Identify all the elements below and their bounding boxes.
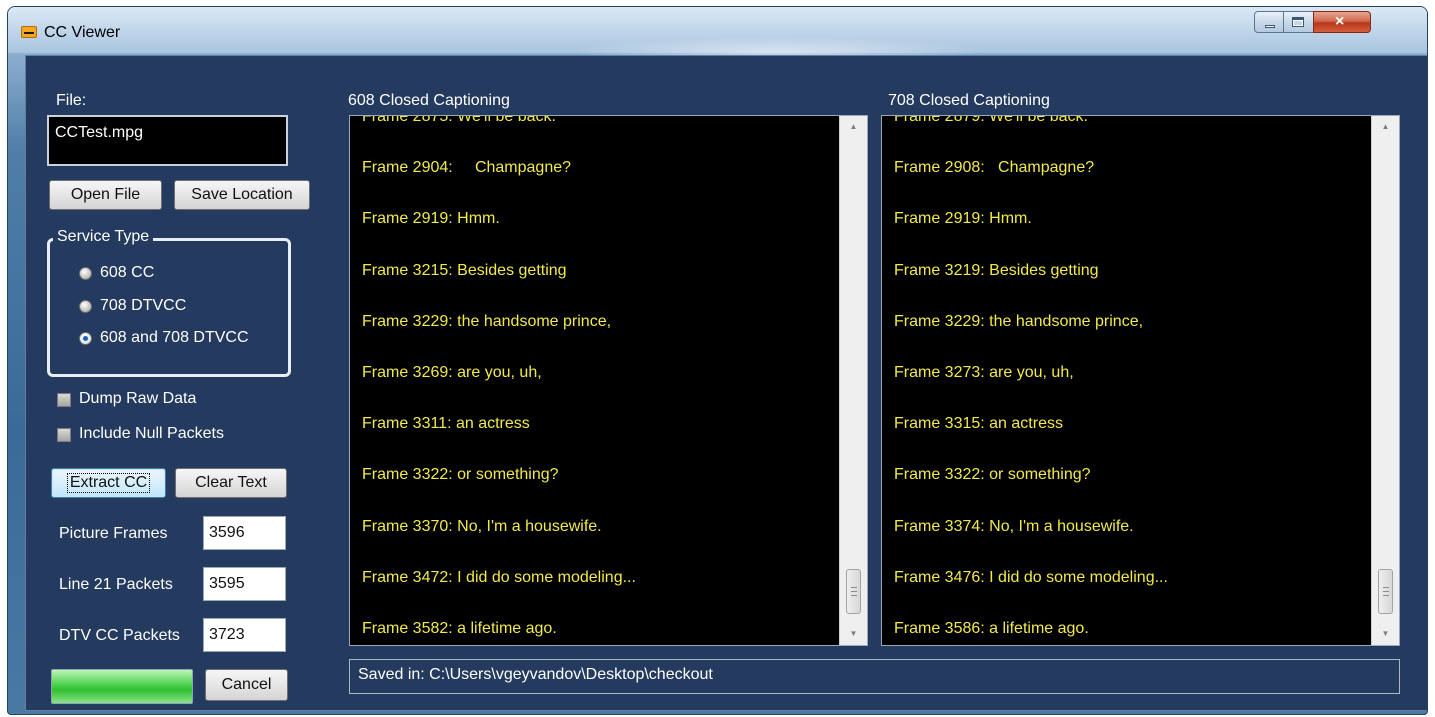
caption-line: Frame 3582: a lifetime ago. xyxy=(362,620,557,637)
app-window: CC Viewer × File: CCTest.mpg Open File S… xyxy=(7,6,1428,715)
caption-line: Frame 2919: Hmm. xyxy=(362,210,500,228)
cancel-label: Cancel xyxy=(221,676,272,693)
dump-raw-data-label: Dump Raw Data xyxy=(79,390,197,407)
caption-line: Frame 3215: Besides getting xyxy=(362,261,567,279)
scroll-thumb[interactable] xyxy=(846,569,861,614)
save-location-label: Save Location xyxy=(191,186,293,203)
radio-608-and-708[interactable] xyxy=(79,332,92,345)
caption-line: Frame 3586: a lifetime ago. xyxy=(894,620,1089,637)
picture-frames-label: Picture Frames xyxy=(59,525,168,542)
clear-text-label: Clear Text xyxy=(195,474,267,491)
maximize-button[interactable] xyxy=(1284,11,1313,33)
caption-line: Frame 3322: or something? xyxy=(362,466,559,484)
caption-line: Frame 3269: are you, uh, xyxy=(362,364,542,381)
dtv-cc-packets-label: DTV CC Packets xyxy=(59,627,180,644)
open-file-button[interactable]: Open File xyxy=(49,180,162,210)
status-bar: Saved in: C:\Users\vgeyvandov\Desktop\ch… xyxy=(349,659,1400,694)
panel-708-scrollbar[interactable]: ▲ ▼ xyxy=(1371,116,1399,645)
caption-line: Frame 3311: an actress xyxy=(362,415,530,433)
close-icon: × xyxy=(1335,13,1345,30)
file-field[interactable]: CCTest.mpg xyxy=(47,115,288,166)
cancel-button[interactable]: Cancel xyxy=(205,669,288,701)
client-area: File: CCTest.mpg Open File Save Location… xyxy=(25,55,1427,711)
window-controls: × xyxy=(1254,11,1371,33)
scroll-grip xyxy=(851,595,857,596)
app-icon xyxy=(21,26,37,38)
scroll-grip xyxy=(1383,587,1389,588)
save-location-button[interactable]: Save Location xyxy=(174,180,310,210)
caption-line: Frame 3472: I did do some modeling... xyxy=(362,568,636,586)
scroll-grip xyxy=(851,591,857,592)
title-bar[interactable]: CC Viewer × xyxy=(8,7,1427,67)
maximize-icon xyxy=(1292,17,1304,27)
scroll-grip xyxy=(851,587,857,588)
file-label: File: xyxy=(56,92,87,109)
caption-line: Frame 3315: an actress xyxy=(894,415,1063,433)
line21-packets-field[interactable]: 3595 xyxy=(203,567,286,601)
service-type-title: Service Type xyxy=(53,228,154,246)
window-title: CC Viewer xyxy=(44,24,121,41)
caption-line: Frame 3229: the handsome prince, xyxy=(362,312,612,330)
close-button[interactable]: × xyxy=(1313,11,1371,33)
radio-608-cc[interactable] xyxy=(79,267,92,280)
minimize-icon xyxy=(1265,25,1275,28)
caption-line: Frame 3219: Besides getting xyxy=(894,261,1099,279)
caption-line: Frame 2879: We'll be back. xyxy=(894,116,1088,125)
caption-line: Frame 2908: Champagne? xyxy=(894,159,1095,177)
caption-line: Frame 2919: Hmm. xyxy=(894,210,1032,228)
panel-708-lines: Frame 2879: We'll be back. Frame 2908: Ch… xyxy=(882,116,1372,645)
clear-text-button[interactable]: Clear Text xyxy=(175,468,287,498)
scroll-grip xyxy=(1383,595,1389,596)
scroll-down-icon[interactable]: ▼ xyxy=(840,625,867,643)
scroll-grip xyxy=(1383,591,1389,592)
scroll-up-icon[interactable]: ▲ xyxy=(1372,118,1399,136)
panel-708-text[interactable]: Frame 2879: We'll be back. Frame 2908: Ch… xyxy=(881,115,1400,646)
minimize-button[interactable] xyxy=(1254,11,1284,33)
panel-708-title: 708 Closed Captioning xyxy=(888,92,1050,109)
panel-608-scrollbar[interactable]: ▲ ▼ xyxy=(839,116,867,645)
panel-608-title: 608 Closed Captioning xyxy=(348,92,510,109)
include-null-packets-label: Include Null Packets xyxy=(79,425,224,442)
radio-708-dtvcc[interactable] xyxy=(79,300,92,313)
caption-line: Frame 3476: I did do some modeling... xyxy=(894,568,1168,586)
line21-packets-label: Line 21 Packets xyxy=(59,576,173,593)
caption-line: Frame 3273: are you, uh, xyxy=(894,364,1074,381)
extract-cc-button[interactable]: Extract CC xyxy=(51,468,166,498)
caption-line: Frame 3229: the handsome prince, xyxy=(894,312,1144,330)
include-null-packets-checkbox[interactable] xyxy=(57,428,71,442)
extract-cc-label: Extract CC xyxy=(66,473,151,493)
radio-608-cc-label: 608 CC xyxy=(100,264,155,281)
scroll-down-icon[interactable]: ▼ xyxy=(1372,625,1399,643)
picture-frames-field[interactable]: 3596 xyxy=(203,516,286,550)
caption-line: Frame 2875: We'll be back. xyxy=(362,116,556,125)
radio-608-and-708-label: 608 and 708 DTVCC xyxy=(100,329,249,346)
panel-608-lines: Frame 2875: We'll be back. Frame 2904: Ch… xyxy=(350,116,840,645)
radio-708-dtvcc-label: 708 DTVCC xyxy=(100,297,187,314)
panel-608-text[interactable]: Frame 2875: We'll be back. Frame 2904: Ch… xyxy=(349,115,868,646)
caption-line: Frame 3370: No, I'm a housewife. xyxy=(362,517,602,535)
open-file-label: Open File xyxy=(70,186,141,203)
caption-line: Frame 3374: No, I'm a housewife. xyxy=(894,517,1134,535)
dtv-cc-packets-field[interactable]: 3723 xyxy=(203,618,286,652)
scroll-thumb[interactable] xyxy=(1378,569,1393,614)
caption-line: Frame 3322: or something? xyxy=(894,466,1091,484)
caption-line: Frame 2904: Champagne? xyxy=(362,159,572,177)
progress-bar xyxy=(51,669,193,704)
scroll-up-icon[interactable]: ▲ xyxy=(840,118,867,136)
dump-raw-data-checkbox[interactable] xyxy=(57,393,71,407)
